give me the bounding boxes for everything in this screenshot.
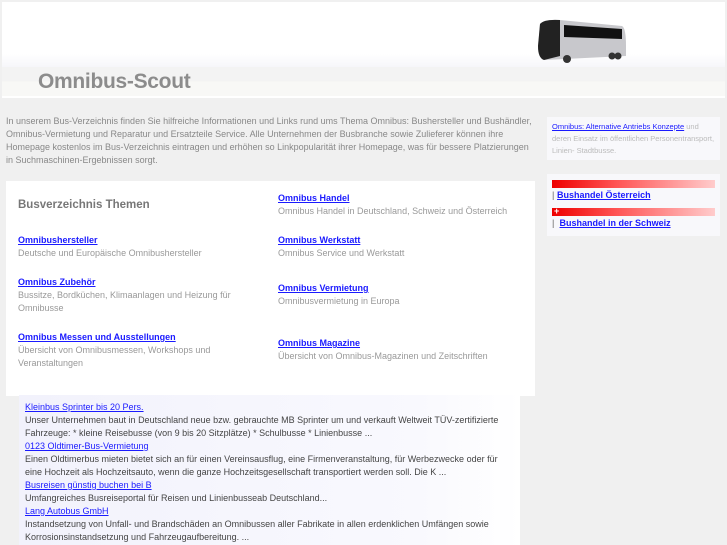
themes-heading: Busverzeichnis Themen [18,199,150,211]
theme-item: Omnibus Zubehör Bussitze, Bordküchen, Kli… [18,276,238,315]
sidebar-links: | Bushandel Österreich + | Bushandel in … [547,174,720,236]
title-band: Omnibus-Scout [2,67,725,98]
ad-link[interactable]: Lang Autobus GmbH [25,505,514,518]
theme-item: Omnibus Magazine Übersicht von Omnibus-Ma… [278,337,528,363]
theme-desc: Übersicht von Omnibus-Magazinen und Zeit… [278,351,488,361]
swiss-cross: + [554,206,560,216]
separator: | [552,218,555,228]
ad-link[interactable]: Busreisen günstig buchen bei B [25,479,514,492]
theme-link[interactable]: Omnibus Werkstatt [278,234,528,247]
separator: | [552,190,555,200]
theme-link[interactable]: Omnibus Zubehör [18,276,238,289]
site-title: Omnibus-Scout [38,70,191,93]
ad-text: Einen Oldtimerbus mieten bietet sich an … [25,454,498,477]
promo-link[interactable]: Omnibus: Alternative Antriebs Konzepte [552,122,684,131]
ad-link[interactable]: 0123 Oldtimer-Bus-Vermietung [25,440,514,453]
theme-desc: Omnibus Service und Werkstatt [278,248,405,258]
bushandel-swiss-link[interactable]: Bushandel in der Schweiz [560,218,671,228]
theme-link[interactable]: Omnibus Magazine [278,337,528,350]
theme-desc: Bussitze, Bordküchen, Klimaanlagen und H… [18,290,231,313]
bus-image [538,19,626,63]
theme-link[interactable]: Omnibus Vermietung [278,282,528,295]
theme-item: Omnibus Vermietung Omnibusvermietung in E… [278,282,528,308]
theme-item: Omnibus Messen und Ausstellungen Übersich… [18,331,228,370]
swiss-flag-icon: + [552,206,715,216]
theme-desc: Deutsche und Europäische Omnibusherstell… [18,248,202,258]
theme-desc: Omnibus Handel in Deutschland, Schweiz u… [278,206,508,216]
theme-link[interactable]: Omnibushersteller [18,234,258,247]
ad-text: Instandsetzung von Unfall- und Brandschä… [25,519,489,542]
intro-text: In unserem Bus-Verzeichnis finden Sie hi… [6,116,532,165]
sidebar-promo: Omnibus: Alternative Antriebs Konzepte u… [547,117,720,160]
ad-text: Unser Unternehmen baut in Deutschland ne… [25,415,499,438]
theme-link[interactable]: Omnibus Handel [278,192,528,205]
theme-link[interactable]: Omnibus Messen und Ausstellungen [18,331,228,344]
theme-item: Omnibushersteller Deutsche und Europäisch… [18,234,258,260]
theme-item: Omnibus Handel Omnibus Handel in Deutschl… [278,192,528,218]
ad-listings: Kleinbus Sprinter bis 20 Pers. Unser Unte… [19,395,520,545]
themes-panel: Busverzeichnis Themen Omnibushersteller D… [6,181,535,396]
theme-desc: Omnibusvermietung in Europa [278,296,400,306]
header-banner [2,2,725,67]
austria-flag-icon [552,180,715,188]
theme-item: Omnibus Werkstatt Omnibus Service und Wer… [278,234,528,260]
bushandel-austria-link[interactable]: Bushandel Österreich [557,190,651,200]
theme-desc: Übersicht von Omnibusmessen, Workshops u… [18,345,211,368]
ad-link[interactable]: Kleinbus Sprinter bis 20 Pers. [25,401,514,414]
ad-text: Umfangreiches Busreiseportal für Reisen … [25,493,328,503]
